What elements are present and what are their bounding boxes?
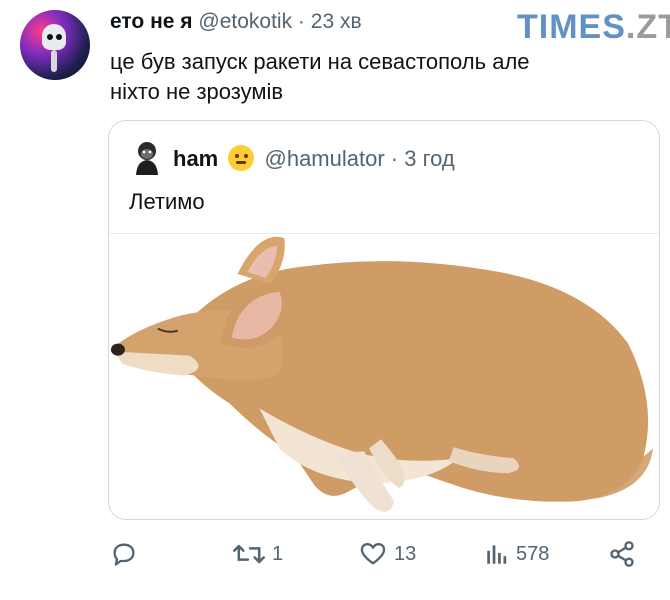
view-count: 578 — [516, 542, 550, 565]
avatar-eye-left — [47, 34, 53, 40]
quote-header: ham @hamulator · 3 год — [173, 145, 455, 172]
author-handle[interactable]: @etokotik — [198, 10, 292, 33]
reply-button[interactable] — [110, 536, 138, 572]
avatar-stick — [51, 50, 57, 72]
quoted-tweet[interactable]: ham @hamulator · 3 год Летимо — [108, 120, 660, 520]
watermark-part1: TIMES — [517, 8, 626, 46]
watermark-logo: TIMES.ZT — [517, 8, 670, 47]
skull-icon — [42, 24, 66, 50]
author-name[interactable]: ето не я — [110, 10, 193, 33]
retweet-button[interactable]: 1 — [232, 536, 283, 572]
quote-separator: · — [390, 146, 399, 171]
like-count: 13 — [394, 542, 417, 565]
tweet-time[interactable]: 23 хв — [311, 10, 362, 33]
bar-chart-icon — [487, 545, 507, 564]
tweet-text: це був запуск ракети на севастополь але … — [110, 47, 630, 107]
quote-handle[interactable]: @hamulator — [265, 146, 385, 171]
tweet-text-line1: це був запуск ракети на севастополь але — [110, 49, 530, 74]
views-button[interactable]: 578 — [484, 536, 549, 572]
quote-author-name[interactable]: ham — [173, 146, 218, 171]
quote-text: Летимо — [129, 189, 205, 214]
retweet-count: 1 — [272, 542, 284, 565]
tweet-header: ето не я @etokotik · 23 хв — [110, 10, 362, 34]
reply-icon — [113, 543, 135, 566]
retweet-icon — [233, 544, 265, 564]
gorilla-avatar-icon[interactable] — [133, 141, 161, 175]
tweet-text-line2: ніхто не зрозумів — [110, 79, 284, 104]
author-avatar[interactable] — [20, 10, 90, 80]
header-separator: · — [297, 10, 305, 33]
smiling-face-emoji-icon — [228, 145, 255, 171]
corgi-photo[interactable] — [109, 233, 660, 520]
quote-time[interactable]: 3 год — [404, 146, 454, 171]
action-bar: 1 13 578 — [0, 536, 670, 576]
avatar-eye-right — [56, 34, 62, 40]
share-button[interactable] — [608, 536, 636, 572]
like-button[interactable]: 13 — [358, 536, 416, 572]
share-icon — [610, 541, 634, 567]
watermark-part2: .ZT — [625, 8, 670, 46]
heart-icon — [360, 543, 386, 565]
